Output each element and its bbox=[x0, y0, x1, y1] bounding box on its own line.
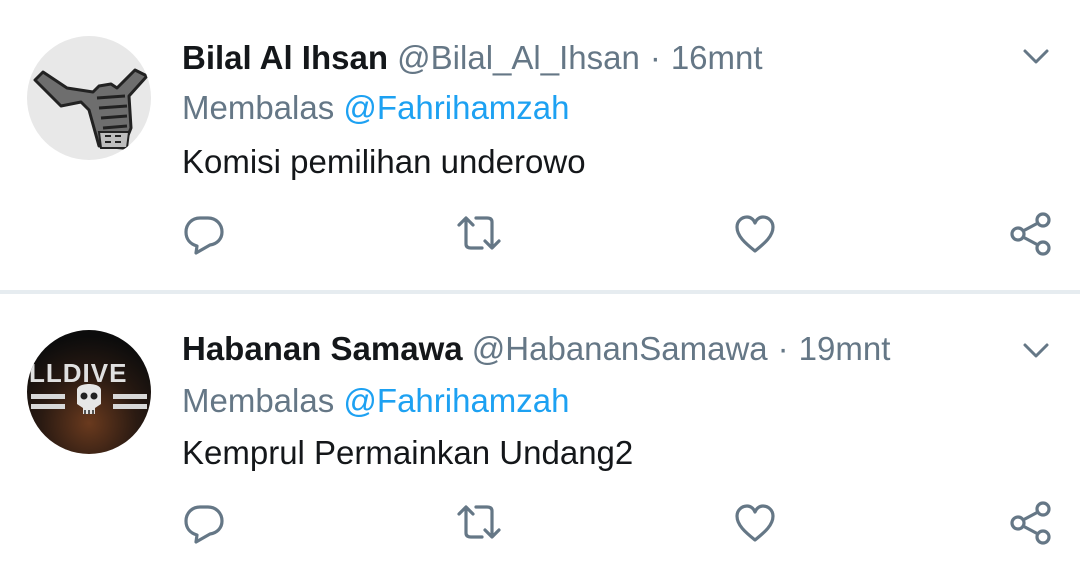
like-button[interactable] bbox=[731, 499, 779, 547]
tweet[interactable]: LLDIVE Habanan Samawa @HabananSamawa · 19m… bbox=[0, 294, 1080, 565]
like-icon bbox=[735, 215, 775, 253]
share-icon bbox=[1010, 212, 1051, 256]
replying-to: Membalas @Fahrihamzah bbox=[182, 88, 570, 128]
like-button[interactable] bbox=[731, 210, 779, 258]
share-button[interactable] bbox=[1007, 210, 1055, 258]
display-name[interactable]: Habanan Samawa bbox=[182, 330, 463, 367]
reply-icon bbox=[184, 505, 224, 544]
retweet-icon bbox=[457, 216, 501, 250]
user-handle[interactable]: @Bilal_Al_Ihsan bbox=[397, 39, 640, 76]
mention-link[interactable]: @Fahrihamzah bbox=[343, 89, 569, 126]
separator-dot: · bbox=[649, 39, 661, 76]
share-button[interactable] bbox=[1007, 499, 1055, 547]
retweet-button[interactable] bbox=[455, 210, 503, 258]
avatar[interactable]: LLDIVE bbox=[27, 330, 151, 454]
chevron-down-icon[interactable] bbox=[1016, 336, 1056, 366]
replying-to: Membalas @Fahrihamzah bbox=[182, 381, 570, 421]
chevron-down-icon[interactable] bbox=[1016, 42, 1056, 72]
share-icon bbox=[1010, 501, 1051, 545]
display-name[interactable]: Bilal Al Ihsan bbox=[182, 39, 388, 76]
reply-button[interactable] bbox=[180, 499, 228, 547]
retweet-button[interactable] bbox=[455, 499, 503, 547]
tweet-text: Komisi pemilihan underowo bbox=[182, 143, 586, 180]
user-handle[interactable]: @HabananSamawa bbox=[472, 330, 768, 367]
reply-prefix: Membalas bbox=[182, 382, 335, 419]
reply-prefix: Membalas bbox=[182, 89, 335, 126]
tweet-header: Bilal Al Ihsan @Bilal_Al_Ihsan · 16mnt bbox=[182, 36, 763, 80]
separator-dot: · bbox=[777, 330, 789, 367]
tweet-header: Habanan Samawa @HabananSamawa · 19mnt bbox=[182, 327, 890, 371]
mention-link[interactable]: @Fahrihamzah bbox=[343, 382, 569, 419]
hand-gesture-avatar-icon bbox=[27, 36, 151, 160]
avatar[interactable] bbox=[27, 36, 151, 160]
retweet-icon bbox=[457, 505, 501, 539]
reply-icon bbox=[184, 216, 224, 255]
timestamp[interactable]: 19mnt bbox=[799, 330, 891, 367]
timestamp[interactable]: 16mnt bbox=[671, 39, 763, 76]
helldivers-skull-avatar-icon: LLDIVE bbox=[27, 330, 151, 454]
tweet[interactable]: Bilal Al Ihsan @Bilal_Al_Ihsan · 16mnt Mem… bbox=[0, 0, 1080, 290]
tweet-text: Kemprul Permainkan Undang2 bbox=[182, 434, 634, 471]
reply-button[interactable] bbox=[180, 210, 228, 258]
avatar-text: LLDIVE bbox=[29, 358, 127, 388]
like-icon bbox=[735, 504, 775, 542]
